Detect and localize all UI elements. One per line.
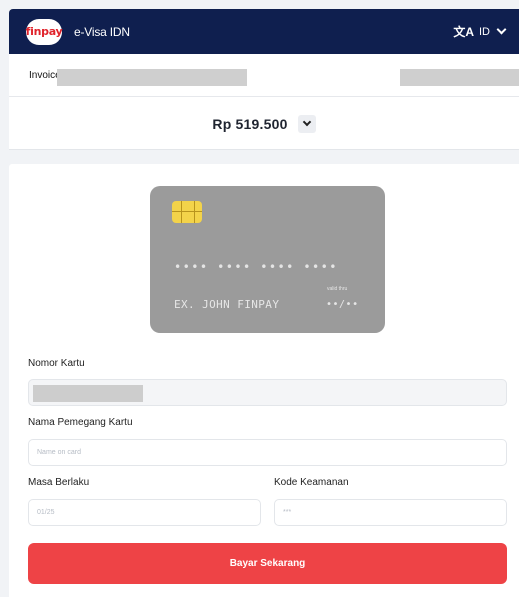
security-code-input[interactable]: *** xyxy=(274,499,507,526)
redacted-invoice-detail xyxy=(400,69,519,86)
amount-details-toggle[interactable] xyxy=(297,114,316,133)
payment-form-panel: •••• •••• •••• •••• valid thru EX. JOHN … xyxy=(9,164,519,597)
logo-text: finpay xyxy=(25,25,63,38)
invoice-summary-panel: Invoice Rp 519.500 xyxy=(9,54,519,150)
translate-icon: 文A xyxy=(453,25,474,39)
credit-card-preview: •••• •••• •••• •••• valid thru EX. JOHN … xyxy=(150,186,385,333)
card-preview-valid-label: valid thru xyxy=(327,286,348,292)
card-preview-holder: EX. JOHN FINPAY xyxy=(174,298,280,311)
security-code-label: Kode Keamanan xyxy=(274,477,349,488)
chevron-down-icon xyxy=(496,24,507,35)
payment-amount: Rp 519.500 xyxy=(212,115,288,132)
cardholder-placeholder: Name on card xyxy=(37,449,81,456)
language-selector[interactable]: 文A ID xyxy=(453,23,507,40)
cardholder-label: Nama Pemegang Kartu xyxy=(28,417,133,428)
card-preview-number: •••• •••• •••• •••• xyxy=(174,260,338,274)
invoice-row: Invoice xyxy=(9,54,519,97)
card-number-label: Nomor Kartu xyxy=(28,358,85,369)
card-preview-expiry: ••/•• xyxy=(326,299,359,310)
expiry-label: Masa Berlaku xyxy=(28,477,90,488)
card-number-input[interactable] xyxy=(28,379,507,406)
expiry-placeholder: 01/25 xyxy=(37,509,55,516)
redacted-invoice-number xyxy=(57,69,247,86)
redacted-card-number xyxy=(33,385,143,402)
security-code-placeholder: *** xyxy=(283,509,292,516)
finpay-logo: finpay xyxy=(25,18,63,45)
top-navigation-bar: finpay e-Visa IDN 文A ID xyxy=(9,9,519,54)
amount-row: Rp 519.500 xyxy=(9,97,519,150)
pay-now-button[interactable]: Bayar Sekarang xyxy=(28,543,507,584)
app-title: e-Visa IDN xyxy=(74,24,130,39)
expiry-input[interactable]: 01/25 xyxy=(28,499,261,526)
card-chip-icon xyxy=(172,201,202,223)
cardholder-name-input[interactable]: Name on card xyxy=(28,439,507,466)
chevron-down-icon xyxy=(302,117,311,127)
language-code: ID xyxy=(479,25,490,38)
invoice-label: Invoice xyxy=(29,69,61,81)
